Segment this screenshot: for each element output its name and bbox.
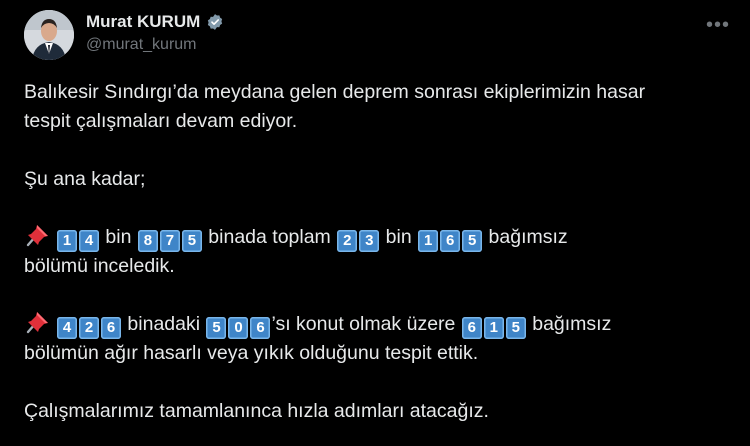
handle[interactable]: @murat_kurum [86,36,224,54]
keycap-digit: 0 [228,317,249,339]
keycap-digit: 1 [418,230,439,252]
keycap-digit: 5 [181,230,202,252]
keycap-digit: 4 [79,230,99,252]
keycap-digit: 8 [137,230,158,252]
number-23: 23 [336,226,380,252]
pushpin-icon [26,312,48,334]
tweet-header: Murat KURUM @murat_kurum ••• [24,10,730,60]
word: bağımsız [532,313,612,335]
stats-paragraph-2-continued: bölümün ağır hasarlı veya yıkık olduğunu… [24,342,479,364]
keycap-digit: 6 [461,317,482,339]
verified-badge-icon[interactable] [206,13,224,31]
number-14: 14 [56,226,100,252]
stats-paragraph-2: 426 binadaki 5 0 6’sı konut olmak üzere 61… [24,310,724,339]
word: bin [105,226,132,248]
author-block: Murat KURUM @murat_kurum [86,12,224,54]
keycap-digit: 5 [462,230,483,252]
keycap-digit: 7 [159,230,180,252]
display-name[interactable]: Murat KURUM [86,12,200,32]
number-875: 875 [137,226,203,252]
keycap-digit: 3 [359,230,380,252]
keycap-digit: 6 [101,317,121,339]
word: binadaki [127,313,201,335]
keycap-digit: 1 [57,230,77,252]
keycap-digit: 6 [250,317,271,339]
text-line-2: tespit çalışmaları devam ediyor. [24,110,298,132]
word: ’sı konut olmak üzere [271,313,456,335]
word: binada toplam [208,226,331,248]
keycap-digit: 2 [79,317,99,339]
number-426: 426 [56,313,122,339]
word: bağımsız [488,226,568,248]
keycap-digit: 5 [206,317,227,339]
tweet-text: Balıkesir Sındırgı’da meydana gelen depr… [24,78,724,426]
text-line-3: Şu ana kadar; [24,168,146,190]
word: bin [385,226,412,248]
number-615: 615 [461,313,527,339]
stats-paragraph-1-continued: bölümü inceledik. [24,255,175,277]
keycap-digit: 2 [337,230,358,252]
avatar-photo [24,10,74,60]
more-horizontal-icon[interactable]: ••• [706,14,730,37]
stats-paragraph-1: 14 bin 875 binada toplam 23 bin 165 bağı… [24,223,724,252]
closing-line: Çalışmalarımız tamamlanınca hızla adımla… [24,400,489,422]
keycap-digit: 1 [483,317,504,339]
text-line-1: Balıkesir Sındırgı’da meydana gelen depr… [24,81,646,103]
keycap-digit: 6 [440,230,461,252]
keycap-digit: 5 [505,317,526,339]
number-506: 506 [205,313,271,339]
number-165: 165 [417,226,483,252]
keycap-digit: 4 [57,317,77,339]
avatar[interactable] [24,10,74,60]
pushpin-icon [26,225,48,247]
